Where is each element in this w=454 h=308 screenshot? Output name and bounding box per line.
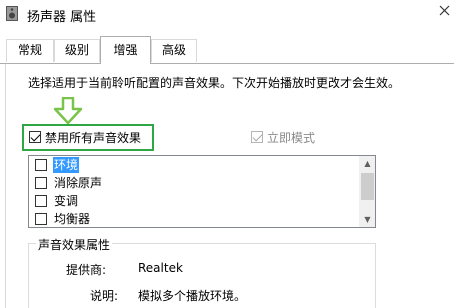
effect-label: 均衡器 [54,212,91,226]
disable-all-label[interactable]: 禁用所有声音效果 [45,129,141,146]
effect-label: 环境 [53,157,80,173]
effect-checkbox[interactable] [35,159,47,171]
tab-enhancements[interactable]: 增强 [100,36,151,64]
effect-label: 消除原声 [54,176,103,190]
tab-advanced[interactable]: 高级 [151,39,197,62]
list-scrollbar[interactable]: ▲ ▼ [359,156,375,227]
effects-list[interactable]: 环境 消除原声 变调 均衡器 ▲ ▼ [28,155,376,228]
effect-properties-title: 声音效果属性 [36,236,113,253]
enhancements-description: 选择适用于当前聆听配置的声音效果。下次开始播放时更改才会生效。 [28,76,401,90]
list-item[interactable]: 消除原声 [29,175,359,191]
description-label: 说明: [90,289,119,303]
tab-strip: 常规 级别 增强 高级 [0,36,454,64]
effect-checkbox[interactable] [35,213,47,225]
list-item[interactable]: 变调 [29,193,359,209]
provider-label: 提供商: [66,263,107,277]
scroll-up-icon[interactable]: ▲ [359,156,375,171]
speaker-icon [6,6,18,21]
close-icon [439,5,450,16]
list-item[interactable]: 均衡器 [29,211,359,227]
title-bar: 扬声器 属性 [0,0,454,30]
tab-levels[interactable]: 级别 [54,39,100,62]
scroll-thumb[interactable] [361,173,374,200]
immediate-mode-label: 立即模式 [267,131,316,145]
immediate-mode-checkbox [251,131,263,143]
arrow-down-icon [53,97,83,125]
close-button[interactable] [432,0,454,26]
description-value: 模拟多个播放环境。 [138,289,247,303]
tab-general[interactable]: 常规 [6,39,54,62]
disable-all-checkbox[interactable] [29,131,41,143]
scroll-down-icon[interactable]: ▼ [359,212,375,227]
window-title: 扬声器 属性 [27,10,97,25]
list-item[interactable]: 环境 [29,157,359,173]
effect-checkbox[interactable] [35,177,47,189]
provider-value: Realtek [138,261,183,275]
effect-checkbox[interactable] [35,195,47,207]
effect-label: 变调 [54,194,79,208]
